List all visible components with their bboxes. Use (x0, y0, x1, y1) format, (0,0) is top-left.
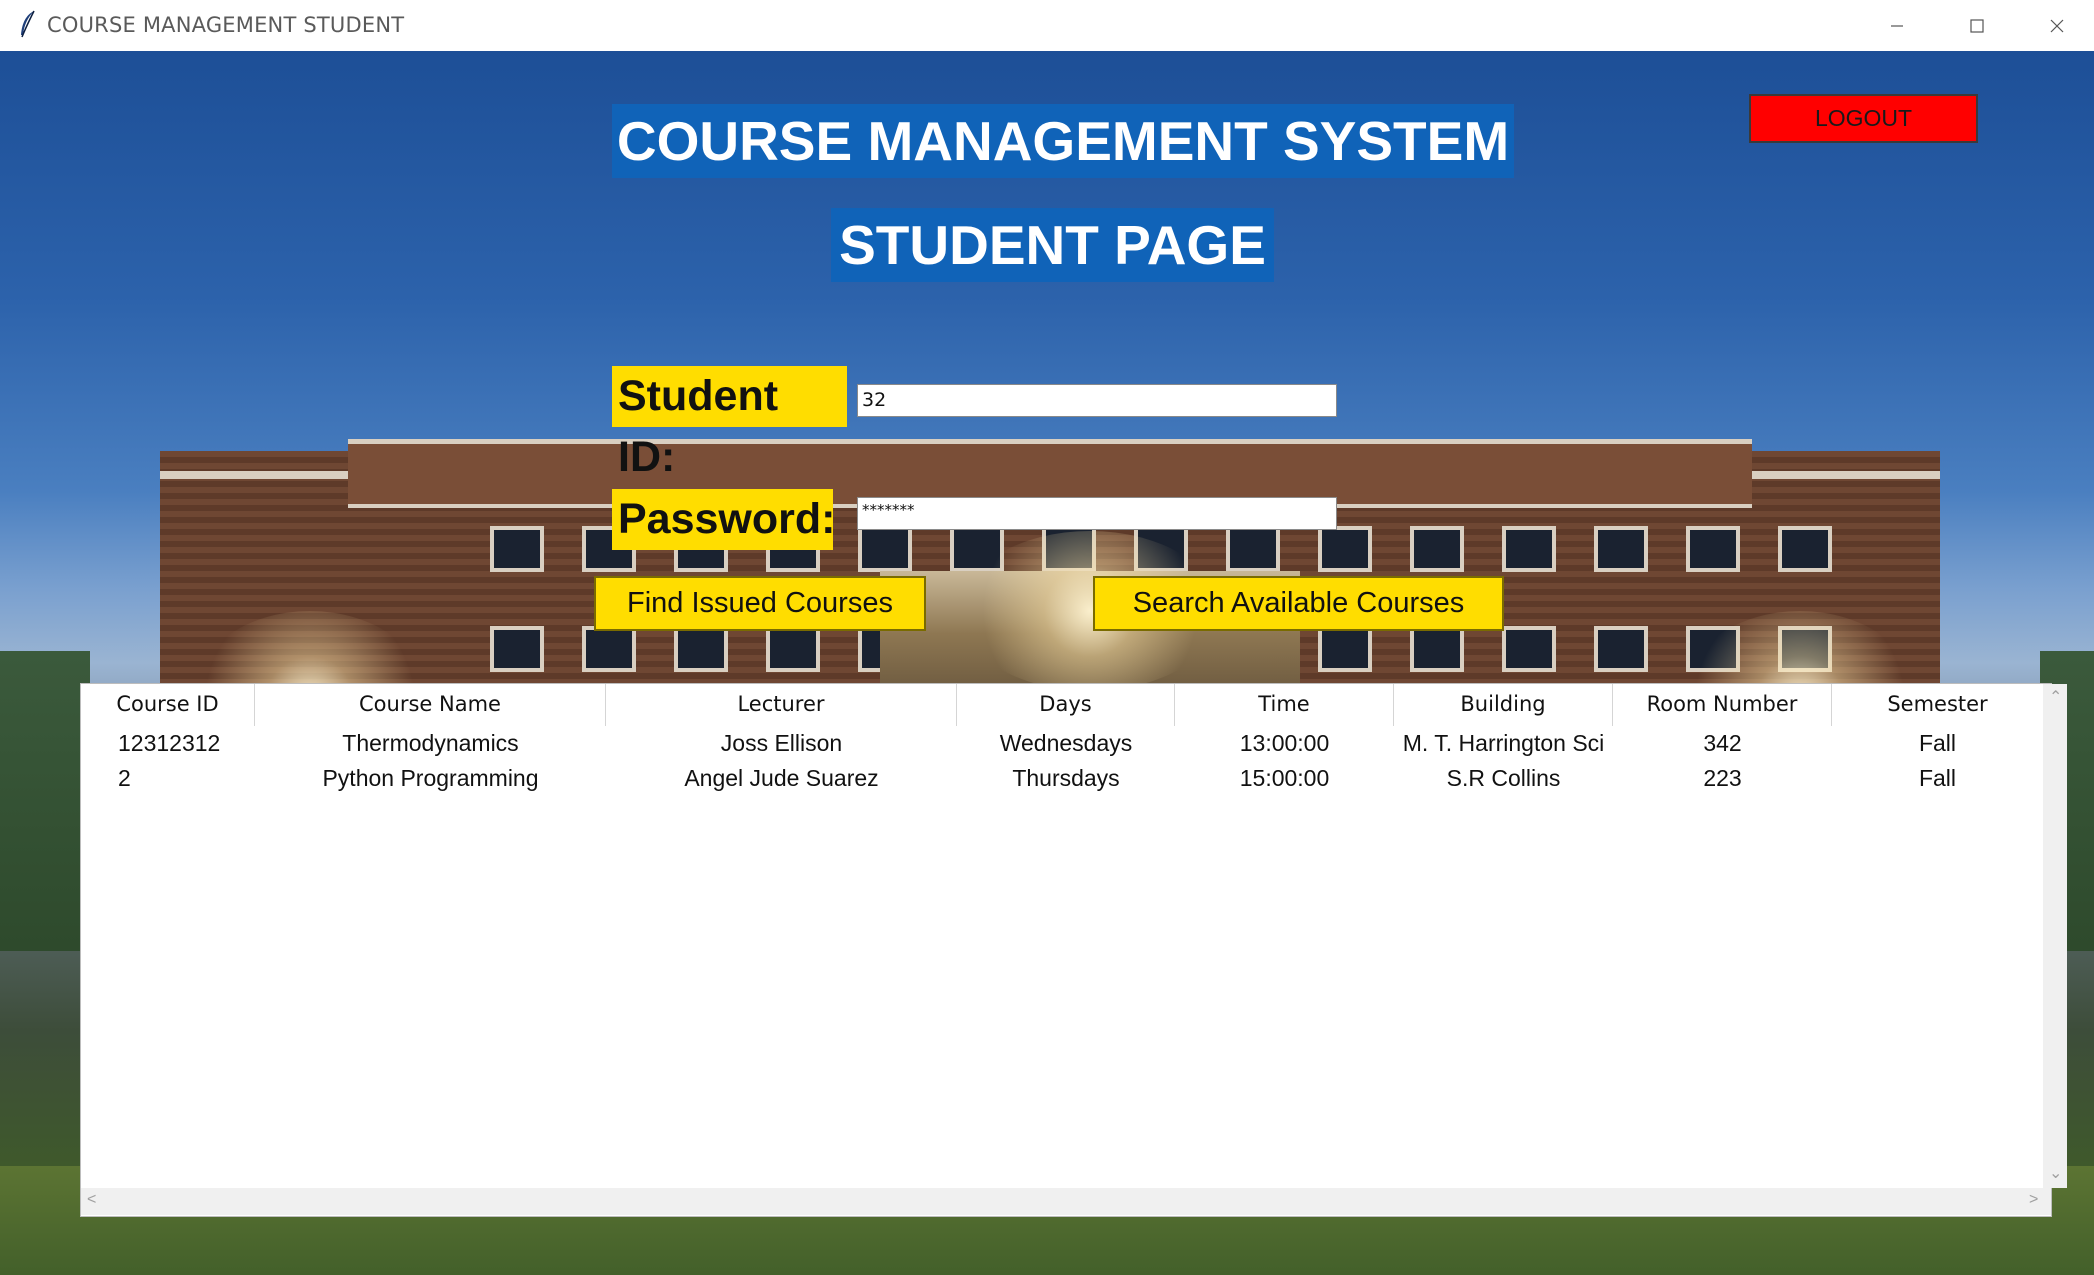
table-cell: 2 (118, 765, 131, 791)
building-window (582, 626, 636, 672)
student-id-label: Student ID: (612, 366, 847, 481)
find-issued-courses-button[interactable]: Find Issued Courses (594, 576, 926, 631)
building-window (1594, 526, 1648, 572)
vertical-scrollbar[interactable]: ⌃ ⌄ (2043, 684, 2067, 1188)
student-id-input[interactable]: 32 (857, 384, 1337, 417)
table-cell: Wednesdays (999, 730, 1133, 756)
table-cell: Thursdays (1012, 765, 1120, 791)
chevron-up-icon[interactable]: ⌃ (2049, 690, 2062, 706)
table-cell: 13:00:00 (1239, 730, 1330, 756)
table-cell: 12312312 (118, 730, 221, 756)
building-window (858, 526, 912, 572)
column-header-course-name[interactable]: Course Name (255, 684, 606, 726)
building-window (1410, 626, 1464, 672)
column-header-lecturer[interactable]: Lecturer (606, 684, 957, 726)
table-cell: 223 (1703, 765, 1742, 791)
chevron-right-icon[interactable]: > (2029, 1192, 2038, 1208)
courses-table[interactable]: Course ID Course Name Lecturer Days Time… (80, 683, 2067, 1217)
window-title: COURSE MANAGEMENT STUDENT (47, 13, 405, 37)
column-header-building[interactable]: Building (1394, 684, 1613, 726)
table-row[interactable]: 2 Python Programming Angel Jude Suarez T… (81, 761, 2043, 796)
table-cell: S.R Collins (1446, 765, 1561, 791)
table-cell: M. T. Harrington Sci (1402, 730, 1605, 756)
trees-left (0, 651, 90, 951)
chevron-left-icon[interactable]: < (87, 1192, 96, 1208)
table-header: Course ID Course Name Lecturer Days Time… (81, 684, 2043, 726)
minimize-icon (1891, 24, 1903, 27)
building-window (1686, 526, 1740, 572)
table-cell: Fall (1918, 730, 1957, 756)
chevron-down-icon[interactable]: ⌄ (2049, 1166, 2062, 1182)
column-header-semester[interactable]: Semester (1832, 684, 2043, 726)
table-cell: Joss Ellison (720, 730, 843, 756)
building-window (490, 526, 544, 572)
column-header-course-id[interactable]: Course ID (81, 684, 255, 726)
minimize-button[interactable] (1857, 0, 1937, 51)
password-input[interactable]: ******* (857, 497, 1337, 530)
building-window (1318, 526, 1372, 572)
building-window (674, 626, 728, 672)
page-title: COURSE MANAGEMENT SYSTEM (612, 104, 1514, 178)
building-window (766, 626, 820, 672)
building-window (490, 626, 544, 672)
page-subtitle: STUDENT PAGE (831, 208, 1274, 282)
horizontal-scrollbar[interactable]: < > (81, 1188, 2051, 1215)
window-titlebar: COURSE MANAGEMENT STUDENT (0, 0, 2094, 52)
close-button[interactable] (2017, 0, 2094, 51)
building-window (1410, 526, 1464, 572)
building-window (1226, 526, 1280, 572)
building-window (1502, 626, 1556, 672)
close-icon (2050, 19, 2064, 32)
building-window (1318, 626, 1372, 672)
column-header-time[interactable]: Time (1175, 684, 1394, 726)
table-cell: 15:00:00 (1239, 765, 1330, 791)
search-available-courses-button[interactable]: Search Available Courses (1093, 576, 1504, 631)
table-cell: Thermodynamics (342, 730, 519, 756)
building-window (1778, 526, 1832, 572)
column-header-days[interactable]: Days (957, 684, 1175, 726)
table-cell: 342 (1703, 730, 1742, 756)
feather-icon (21, 10, 35, 38)
table-cell: Fall (1918, 765, 1957, 791)
table-cell: Angel Jude Suarez (684, 765, 879, 791)
maximize-button[interactable] (1937, 0, 2017, 51)
password-label: Password: (612, 489, 835, 550)
building-window (1594, 626, 1648, 672)
logout-button[interactable]: LOGOUT (1749, 94, 1978, 143)
table-row[interactable]: 12312312 Thermodynamics Joss Ellison Wed… (81, 726, 2043, 761)
table-cell: Python Programming (322, 765, 539, 791)
maximize-icon (1970, 18, 1984, 33)
column-header-room-number[interactable]: Room Number (1613, 684, 1832, 726)
table-body: 12312312 Thermodynamics Joss Ellison Wed… (81, 726, 2043, 796)
building-window (1502, 526, 1556, 572)
